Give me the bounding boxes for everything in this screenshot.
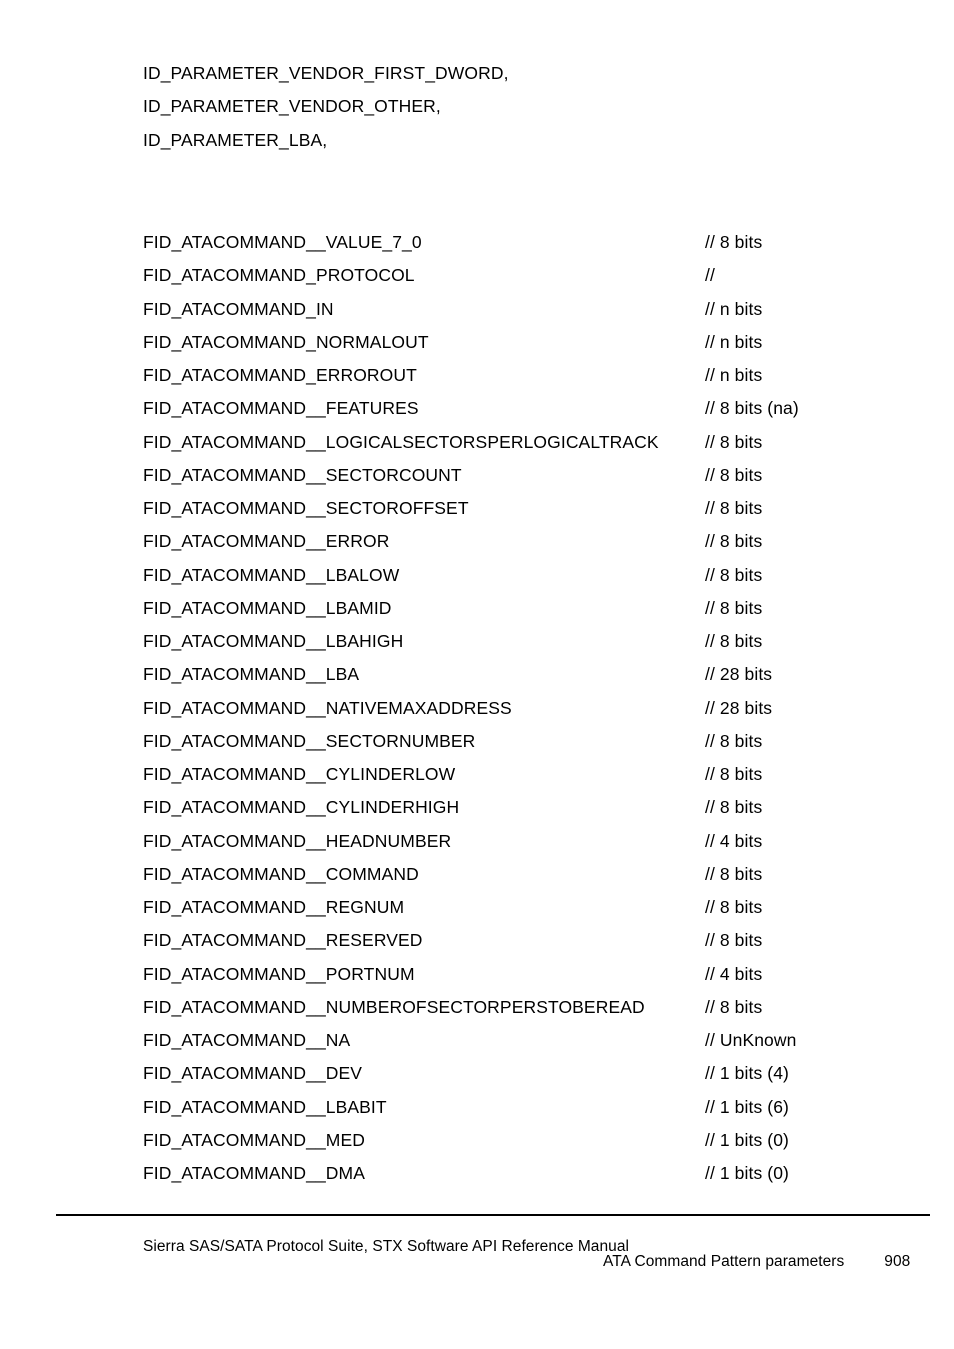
field-identifier: FID_ATACOMMAND__CYLINDERLOW [143, 764, 456, 784]
footer-divider [56, 1214, 930, 1216]
field-row: FID_ATACOMMAND__SECTORNUMBER // 8 bits [143, 725, 933, 758]
field-row: FID_ATACOMMAND__LBALOW // 8 bits [143, 559, 933, 592]
field-comment: // 8 bits [705, 897, 763, 917]
field-row: FID_ATACOMMAND__PORTNUM // 4 bits [143, 958, 933, 991]
field-identifier: FID_ATACOMMAND__LBAHIGH [143, 631, 404, 651]
field-row: FID_ATACOMMAND_IN // n bits [143, 293, 933, 326]
field-row: FID_ATACOMMAND__REGNUM // 8 bits [143, 891, 933, 924]
field-identifier: FID_ATACOMMAND__LBAMID [143, 597, 392, 618]
field-identifier: FID_ATACOMMAND_ERROROUT [143, 365, 417, 385]
field-comment: // 8 bits [705, 797, 763, 818]
field-comment: // UnKnown [705, 1030, 797, 1050]
field-row: FID_ATACOMMAND__LBA // 28 bits [143, 658, 933, 691]
field-identifier: FID_ATACOMMAND__LOGICALSECTORSPERLOGICAL… [143, 431, 659, 452]
field-comment: // 28 bits [705, 664, 773, 685]
field-identifier: FID_ATACOMMAND__ERROR [143, 531, 390, 552]
field-identifier: FID_ATACOMMAND__LBABIT [143, 1096, 387, 1117]
field-row: FID_ATACOMMAND_PROTOCOL // [143, 259, 933, 292]
field-row: FID_ATACOMMAND__ERROR // 8 bits [143, 525, 933, 558]
footer-meta: ATA Command Pattern parameters 908 [603, 1253, 910, 1271]
enum-constant-line: ID_PARAMETER_LBA, [143, 129, 328, 150]
field-identifier: FID_ATACOMMAND__NUMBEROFSECTORPERSTOBERE… [143, 996, 645, 1017]
enum-constant-list: ID_PARAMETER_VENDOR_FIRST_DWORD, ID_PARAM… [143, 57, 903, 157]
field-identifier: FID_ATACOMMAND__PORTNUM [143, 963, 415, 984]
field-comment: // 8 bits [705, 730, 763, 751]
field-id-table: FID_ATACOMMAND__VALUE_7_0// 8 bits FID_AT… [143, 226, 933, 1190]
field-comment: // 1 bits (4) [705, 1063, 789, 1084]
field-identifier: FID_ATACOMMAND__SECTORCOUNT [143, 464, 462, 485]
field-identifier: FID_ATACOMMAND__REGNUM [143, 897, 405, 917]
field-identifier: FID_ATACOMMAND__SECTOROFFSET [143, 498, 469, 518]
field-identifier: FID_ATACOMMAND__FEATURES [143, 398, 419, 419]
field-comment: // n bits [705, 331, 763, 352]
field-row: FID_ATACOMMAND__NATIVEMAXADDRESS // 28 bi… [143, 692, 933, 725]
field-row: FID_ATACOMMAND__DEV // 1 bits (4) [143, 1057, 933, 1090]
field-comment: // 4 bits [705, 830, 763, 851]
field-identifier: FID_ATACOMMAND_IN [143, 298, 334, 319]
field-identifier: FID_ATACOMMAND__DMA [143, 1163, 365, 1183]
field-comment: // 4 bits [705, 963, 763, 984]
field-comment: // 8 bits [705, 464, 763, 485]
field-identifier: FID_ATACOMMAND__NA [143, 1030, 351, 1050]
field-identifier: FID_ATACOMMAND__LBALOW [143, 564, 400, 585]
field-row: FID_ATACOMMAND__CYLINDERLOW // 8 bits [143, 758, 933, 791]
field-comment: // 1 bits (6) [705, 1096, 789, 1117]
field-identifier: FID_ATACOMMAND_NORMALOUT [143, 331, 429, 352]
field-row: FID_ATACOMMAND__COMMAND // 8 bits [143, 858, 933, 891]
field-identifier: FID_ATACOMMAND__NATIVEMAXADDRESS [143, 697, 512, 718]
document-page: ID_PARAMETER_VENDOR_FIRST_DWORD, ID_PARAM… [0, 0, 954, 1349]
field-row: FID_ATACOMMAND__DMA // 1 bits (0) [143, 1157, 933, 1190]
field-row: FID_ATACOMMAND__MED // 1 bits (0) [143, 1124, 933, 1157]
field-comment: // 8 bits [705, 531, 763, 552]
field-comment: // 28 bits [705, 697, 773, 718]
field-comment: // 8 bits [705, 996, 763, 1017]
field-identifier: FID_ATACOMMAND__MED [143, 1129, 365, 1150]
field-comment: // 8 bits [705, 764, 763, 784]
field-comment: // 8 bits [705, 431, 763, 452]
field-row: FID_ATACOMMAND__RESERVED // 8 bits [143, 924, 933, 957]
footer-page-number: 908 [884, 1253, 911, 1270]
field-row: FID_ATACOMMAND__SECTOROFFSET // 8 bits [143, 492, 933, 525]
enum-constant-line: ID_PARAMETER_VENDOR_FIRST_DWORD, [143, 63, 509, 83]
field-row: FID_ATACOMMAND__CYLINDERHIGH // 8 bits [143, 791, 933, 824]
field-identifier: FID_ATACOMMAND__RESERVED [143, 930, 423, 951]
field-row: FID_ATACOMMAND__LBAMID // 8 bits [143, 592, 933, 625]
field-identifier: FID_ATACOMMAND__SECTORNUMBER [143, 730, 476, 751]
field-identifier: FID_ATACOMMAND_PROTOCOL [143, 265, 415, 286]
field-row: FID_ATACOMMAND__LOGICALSECTORSPERLOGICAL… [143, 426, 933, 459]
field-row: FID_ATACOMMAND__LBABIT // 1 bits (6) [143, 1091, 933, 1124]
field-row: FID_ATACOMMAND__SECTORCOUNT // 8 bits [143, 459, 933, 492]
field-row: FID_ATACOMMAND__NUMBEROFSECTORPERSTOBERE… [143, 991, 933, 1024]
field-identifier: FID_ATACOMMAND__HEADNUMBER [143, 830, 452, 851]
field-comment: // 8 bits [705, 232, 763, 252]
field-comment: // 1 bits (0) [705, 1129, 789, 1150]
field-row: FID_ATACOMMAND__NA // UnKnown [143, 1024, 933, 1057]
field-comment: // 8 bits [705, 564, 763, 585]
field-identifier: FID_ATACOMMAND__COMMAND [143, 863, 419, 884]
field-row: FID_ATACOMMAND_ERROROUT // n bits [143, 359, 933, 392]
field-comment: // 8 bits [705, 597, 763, 618]
field-comment: // 1 bits (0) [705, 1163, 789, 1183]
field-comment: // n bits [705, 298, 763, 319]
field-comment: // 8 bits (na) [705, 398, 799, 419]
field-comment: // 8 bits [705, 863, 763, 884]
field-identifier: FID_ATACOMMAND__LBA [143, 664, 360, 685]
footer-section-title: ATA Command Pattern parameters [603, 1253, 845, 1270]
field-comment: // 8 bits [705, 930, 763, 951]
field-comment: // [705, 265, 715, 286]
field-comment: // n bits [705, 365, 763, 385]
field-row: FID_ATACOMMAND__FEATURES // 8 bits (na) [143, 392, 933, 425]
field-comment: // 8 bits [705, 498, 763, 518]
field-row: FID_ATACOMMAND__HEADNUMBER // 4 bits [143, 825, 933, 858]
field-identifier: FID_ATACOMMAND__CYLINDERHIGH [143, 797, 460, 818]
field-identifier: FID_ATACOMMAND__DEV [143, 1063, 363, 1084]
field-row: FID_ATACOMMAND_NORMALOUT // n bits [143, 326, 933, 359]
field-row: FID_ATACOMMAND__VALUE_7_0 // 8 bits [143, 226, 933, 259]
enum-constant-line: ID_PARAMETER_VENDOR_OTHER, [143, 96, 441, 117]
footer-manual-title: Sierra SAS/SATA Protocol Suite, STX Soft… [143, 1238, 629, 1255]
field-identifier: FID_ATACOMMAND__VALUE_7_0 [143, 232, 422, 252]
field-row: FID_ATACOMMAND__LBAHIGH // 8 bits [143, 625, 933, 658]
field-comment: // 8 bits [705, 631, 763, 651]
